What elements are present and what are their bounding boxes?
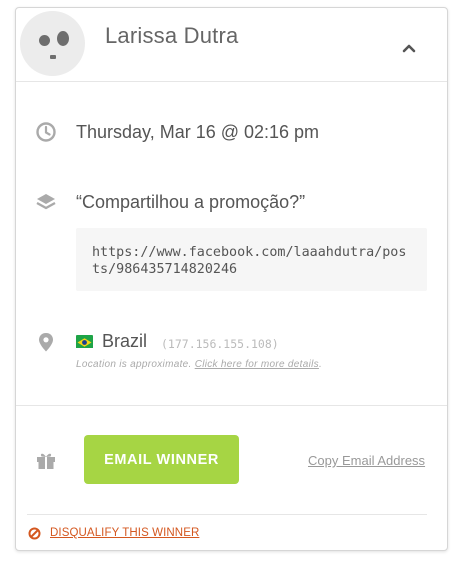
- winner-name: Larissa Dutra: [105, 23, 239, 48]
- location-ip: (177.156.155.108): [161, 337, 279, 351]
- winner-card: Larissa Dutra Thursday, Mar 16 @ 02:16 p…: [15, 7, 448, 551]
- brazil-flag-icon: [76, 335, 93, 348]
- chevron-up-icon: [402, 44, 416, 53]
- gift-icon: [37, 453, 55, 469]
- disqualify-link[interactable]: DISQUALIFY THIS WINNER: [28, 525, 199, 541]
- avatar-eye-left: [39, 35, 50, 46]
- avatar: [20, 11, 85, 76]
- location-note: Location is approximate. Click here for …: [76, 359, 322, 370]
- clock-icon: [36, 122, 56, 142]
- disqualify-label: DISQUALIFY THIS WINNER: [50, 527, 200, 539]
- entry-action-value: https://www.facebook.com/laaahdutra/post…: [76, 228, 427, 291]
- header-divider: [16, 81, 447, 82]
- location-note-period: .: [318, 359, 323, 370]
- location-approx-text: Location is approximate.: [76, 359, 192, 370]
- collapse-button[interactable]: [397, 36, 421, 60]
- entry-time: Thursday, Mar 16 @ 02:16 pm: [76, 122, 320, 142]
- copy-email-link[interactable]: Copy Email Address: [308, 453, 425, 468]
- winner-header[interactable]: Larissa Dutra: [16, 8, 447, 82]
- layers-icon: [36, 194, 56, 210]
- location-details-link[interactable]: Click here for more details: [195, 359, 319, 370]
- email-winner-button[interactable]: EMAIL WINNER: [84, 435, 239, 484]
- footer-divider: [27, 514, 427, 515]
- avatar-eye-right: [57, 31, 69, 46]
- actions-divider: [16, 405, 447, 406]
- avatar-mouth: [50, 55, 56, 59]
- prohibited-icon: [28, 527, 41, 539]
- entry-action-label: “Compartilhou a promoção?”: [76, 192, 306, 212]
- map-pin-icon: [39, 333, 53, 352]
- location-country: Brazil: [102, 331, 148, 351]
